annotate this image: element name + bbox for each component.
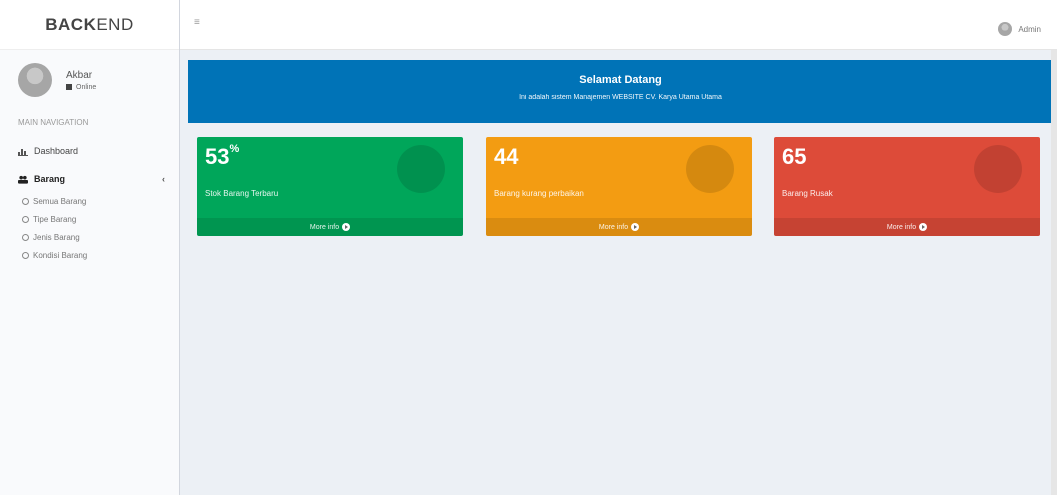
user-panel: Akbar Online [0,50,179,110]
submenu-label: Jenis Barang [33,233,80,242]
more-info-link[interactable]: More info [197,218,463,236]
brand-logo[interactable]: BACK END [0,0,179,50]
bar-chart-icon [18,146,28,156]
submenu: Semua Barang Tipe Barang Jenis Barang Ko… [0,193,179,265]
stat-box-value: 44 [494,144,519,169]
welcome-title: Selamat Datang [579,74,662,86]
more-info-label: More info [309,223,340,231]
stat-box-damaged: 65 Barang Rusak More info [774,137,1040,236]
sidebar-item-dashboard[interactable]: Dashboard [0,137,179,165]
sidebar-item-label: Barang [34,174,66,184]
avatar [998,22,1013,36]
submenu-label: Semua Barang [33,197,87,206]
scrollbar[interactable] [1051,50,1057,495]
users-icon [18,174,28,184]
circle-icon [22,198,29,205]
stat-box-value: 53 [205,144,230,169]
stat-box-text: Stok Barang Terbaru [205,189,279,198]
menu-toggle-icon[interactable]: ≡ [194,18,204,28]
arrow-circle-right-icon [919,223,928,231]
stat-box-suffix: % [229,143,240,155]
stat-box-repair: 44 Barang kurang perbaikan More info [486,137,752,236]
app: BACK END Akbar Online MAIN NAVIGATION Das… [0,0,1057,495]
submenu-item[interactable]: Kondisi Barang [22,247,179,265]
stat-box-icon [686,145,734,193]
brand-logo-light: END [96,14,134,34]
avatar [18,63,52,97]
sidebar-item-barang[interactable]: Barang ‹ [0,165,179,193]
circle-icon [22,252,29,259]
menu-header: MAIN NAVIGATION [18,118,89,127]
welcome-banner: Selamat Datang Ini adalah sistem Manajem… [188,60,1053,123]
stat-box-icon [397,145,445,193]
stat-box-value: 65 [782,144,807,169]
main-content: Selamat Datang Ini adalah sistem Manajem… [188,60,1053,247]
submenu-item[interactable]: Jenis Barang [22,229,179,247]
stat-box-text: Barang Rusak [782,189,833,198]
stat-box-number: 53% [205,143,240,169]
arrow-circle-right-icon [342,223,351,231]
brand-logo-bold: BACK [45,14,97,34]
submenu-item[interactable]: Tipe Barang [22,211,179,229]
chevron-left-icon[interactable]: ‹ [162,174,165,184]
user-name: Akbar [66,69,93,81]
stat-box-icon [974,145,1022,193]
sidebar-item-label: Dashboard [34,146,79,156]
stat-boxes: 53% Stok Barang Terbaru More info 44 Bar… [188,137,1053,247]
user-info: Akbar Online [66,70,96,91]
more-info-label: More info [886,223,917,231]
more-info-link[interactable]: More info [774,218,1040,236]
circle-icon [22,234,29,241]
stat-box-number: 65 [782,146,806,168]
arrow-circle-right-icon [631,223,640,231]
welcome-subtitle: Ini adalah sistem Manajemen WEBSITE CV. … [519,94,722,101]
user-menu[interactable]: Admin [998,22,1041,36]
stat-box-stock: 53% Stok Barang Terbaru More info [197,137,463,236]
submenu-label: Kondisi Barang [33,251,88,260]
user-status: Online [66,84,96,91]
submenu-item[interactable]: Semua Barang [22,193,179,211]
submenu-label: Tipe Barang [33,215,77,224]
circle-icon [22,216,29,223]
more-info-label: More info [598,223,629,231]
user-status-text: Online [76,83,97,91]
status-dot-icon [66,84,72,90]
stat-box-text: Barang kurang perbaikan [494,189,584,198]
sidebar: BACK END Akbar Online MAIN NAVIGATION Das… [0,0,180,495]
more-info-link[interactable]: More info [486,218,752,236]
topbar: ≡ Admin [180,0,1057,50]
topbar-username: Admin [1018,24,1041,34]
stat-box-number: 44 [494,146,518,168]
